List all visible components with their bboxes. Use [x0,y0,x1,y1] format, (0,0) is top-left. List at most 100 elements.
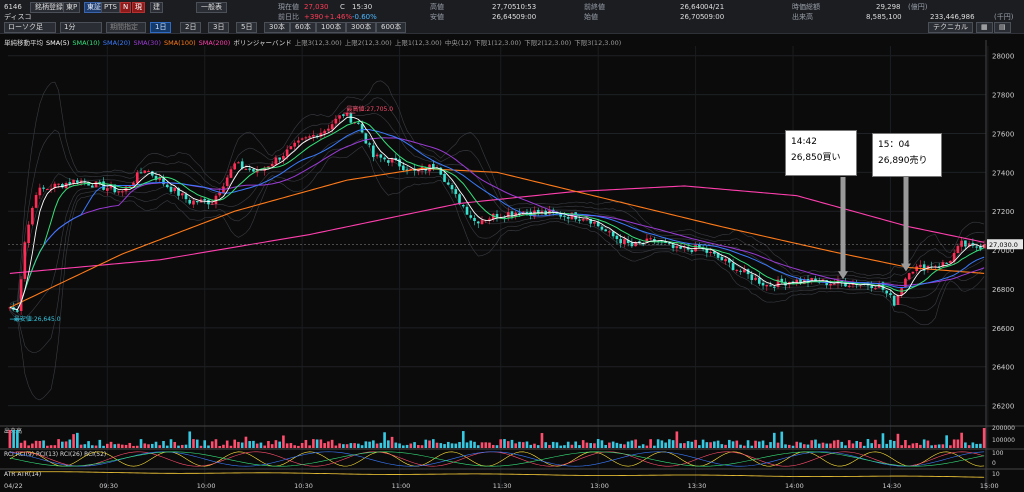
volume-bar [960,432,963,448]
volume-bar [514,443,518,448]
candle-body [233,163,237,170]
volume-bar [540,433,544,448]
price-chart[interactable]: 2800027800276002740027200270002680026600… [0,0,1024,492]
volume-bar [252,440,255,448]
volume-bar [769,442,772,448]
volume-bar [641,444,645,448]
candle-body [739,270,742,272]
volume-tick-label: 100000 [992,437,1015,444]
y-tick-label: 27600 [992,130,1014,138]
candle-body [308,136,311,138]
bollinger-upper-3 [9,80,985,305]
volume-bar [192,439,195,448]
volume-bar [180,444,184,448]
candle-body [615,235,619,240]
candle-body [979,246,982,249]
volume-bar [338,443,341,448]
volume-bar [484,442,488,448]
candle-body [402,165,405,171]
volume-bar [480,442,484,448]
candle-body [581,219,585,221]
volume-bar [345,444,349,448]
volume-bar [649,439,652,448]
volume-bar [135,445,139,448]
y-tick-label: 26200 [992,403,1014,411]
candle-body [274,157,278,165]
volume-bar [570,444,574,448]
volume-bar [278,441,281,448]
bollinger-upper-2 [9,97,985,306]
volume-bar [840,441,844,448]
volume-bar [199,445,203,448]
candle-body [960,240,963,247]
candle-body [454,189,458,194]
volume-bar [383,432,386,448]
candle-body [480,220,484,225]
candle-body [237,162,240,164]
volume-bar [638,445,641,448]
volume-bar [866,439,870,448]
date-label: 04/22 [4,482,23,490]
volume-bar [267,441,270,448]
volume-bar [49,445,53,448]
volume-bar [518,441,521,448]
candle-body [282,155,285,160]
annotation-sell-text: 26,890売り [878,156,928,166]
candle-body [165,184,169,188]
volume-bar [566,441,570,448]
volume-bar [79,444,83,448]
axes: 2800027800276002740027200270002680026600… [4,40,1023,490]
volume-bar [297,445,300,448]
volume-bar [240,442,244,448]
volume-bar [222,444,225,448]
volume-bar [364,441,368,448]
volume-bar [941,444,945,448]
candle-body [593,222,596,224]
candle-body [735,269,739,271]
candle-body [465,206,469,215]
candle-body [293,142,296,147]
volume-bar [757,441,761,448]
volume-bar [709,442,712,448]
volume-bar [16,430,19,448]
candle-body [690,250,694,253]
volume-bar [143,443,147,448]
candle-body [285,149,289,157]
volume-bar [458,442,461,448]
volume-bar [525,441,529,448]
candle-body [611,231,615,237]
volume-bar [982,428,986,448]
x-tick-label: 13:00 [590,482,609,490]
candle-body [829,284,832,286]
candle-body [105,188,109,191]
volume-bar [225,440,229,448]
volume-bar [904,440,907,448]
volume-bar [626,441,630,448]
volume-bar [124,444,128,448]
candle-body [248,168,252,170]
volume-bar [312,439,315,448]
candle-body [327,128,330,131]
candle-body [368,143,371,145]
volume-tick-label: 200000 [992,425,1015,432]
candle-body [210,203,214,205]
volume-bar [147,444,150,448]
candle-body [757,277,761,284]
volume-bar [844,445,847,448]
volume-bar [780,431,784,448]
volume-bar [450,443,454,448]
volume-bar [387,440,390,448]
volume-bar [72,434,75,448]
volume-bar [735,440,739,448]
candle-body [27,224,30,244]
candle-body [244,168,248,170]
y-tick-label: 28000 [992,53,1014,61]
volume-bar [128,442,132,448]
candle-body [578,219,581,221]
volume-bar [184,444,188,448]
volume-bar [971,442,975,448]
volume-bar [949,445,952,448]
candle-body [731,263,735,271]
volume-bar [330,439,334,448]
candle-body [203,198,207,201]
